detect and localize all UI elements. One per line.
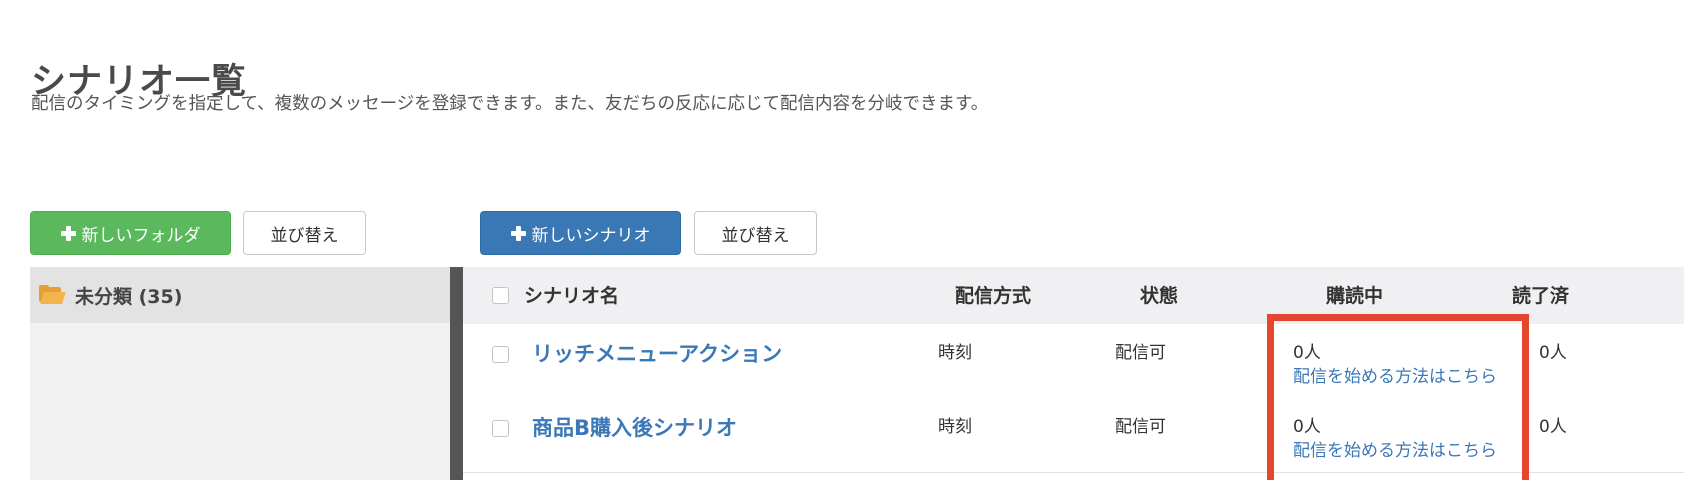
plus-icon — [60, 225, 76, 241]
delivery-method: 時刻 — [938, 417, 972, 437]
plus-icon — [510, 225, 526, 241]
select-all-checkbox[interactable] — [492, 287, 509, 304]
sort-folders-button[interactable]: 並び替え — [243, 211, 366, 255]
new-scenario-button[interactable]: 新しいシナリオ — [480, 211, 681, 255]
new-scenario-label: 新しいシナリオ — [531, 225, 651, 246]
header-completed: 読了済 — [1512, 285, 1570, 307]
sort-scenarios-button[interactable]: 並び替え — [694, 211, 817, 255]
folder-label: 未分類 (35) — [75, 285, 183, 308]
status: 配信可 — [1115, 417, 1166, 437]
folder-item-uncategorized[interactable]: 未分類 (35) — [30, 267, 450, 323]
header-scenario-name: シナリオ名 — [524, 285, 620, 307]
folder-sidebar: 未分類 (35) — [30, 267, 450, 480]
page-description: 配信のタイミングを指定して、複数のメッセージを登録できます。また、友だちの反応に… — [31, 94, 989, 114]
highlight-box — [1267, 314, 1529, 480]
new-folder-button[interactable]: 新しいフォルダ — [30, 211, 231, 255]
header-delivery-method: 配信方式 — [955, 285, 1032, 307]
panel-divider[interactable] — [450, 267, 463, 480]
row-checkbox[interactable] — [492, 346, 509, 363]
row-checkbox[interactable] — [492, 420, 509, 437]
scenario-name-link[interactable]: リッチメニューアクション — [532, 338, 782, 368]
scenario-name-link[interactable]: 商品B購入後シナリオ — [532, 412, 737, 442]
delivery-method: 時刻 — [938, 343, 972, 363]
header-status: 状態 — [1140, 285, 1179, 307]
folder-open-icon — [39, 285, 66, 305]
status: 配信可 — [1115, 343, 1166, 363]
new-folder-label: 新しいフォルダ — [81, 225, 201, 246]
completed-count: 0人 — [1539, 343, 1567, 363]
header-subscribing: 購読中 — [1326, 285, 1384, 307]
completed-count: 0人 — [1539, 417, 1567, 437]
sort-scenarios-label: 並び替え — [721, 225, 790, 246]
sort-folders-label: 並び替え — [270, 225, 339, 246]
